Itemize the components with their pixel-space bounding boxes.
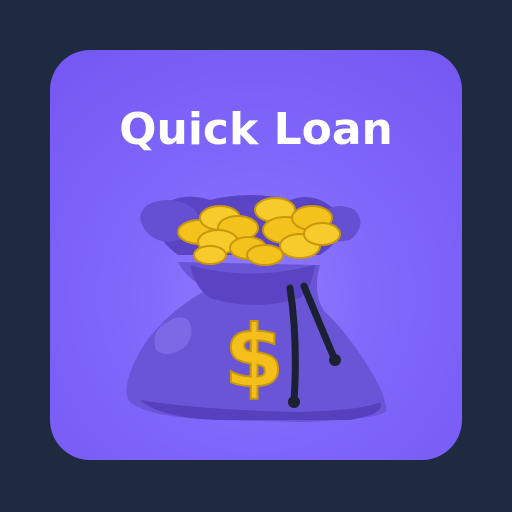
dollar-sign-icon: $ [224, 307, 284, 407]
money-bag-icon: $ [126, 195, 387, 422]
app-icon-tile[interactable]: Quick Loan $ [50, 50, 462, 460]
